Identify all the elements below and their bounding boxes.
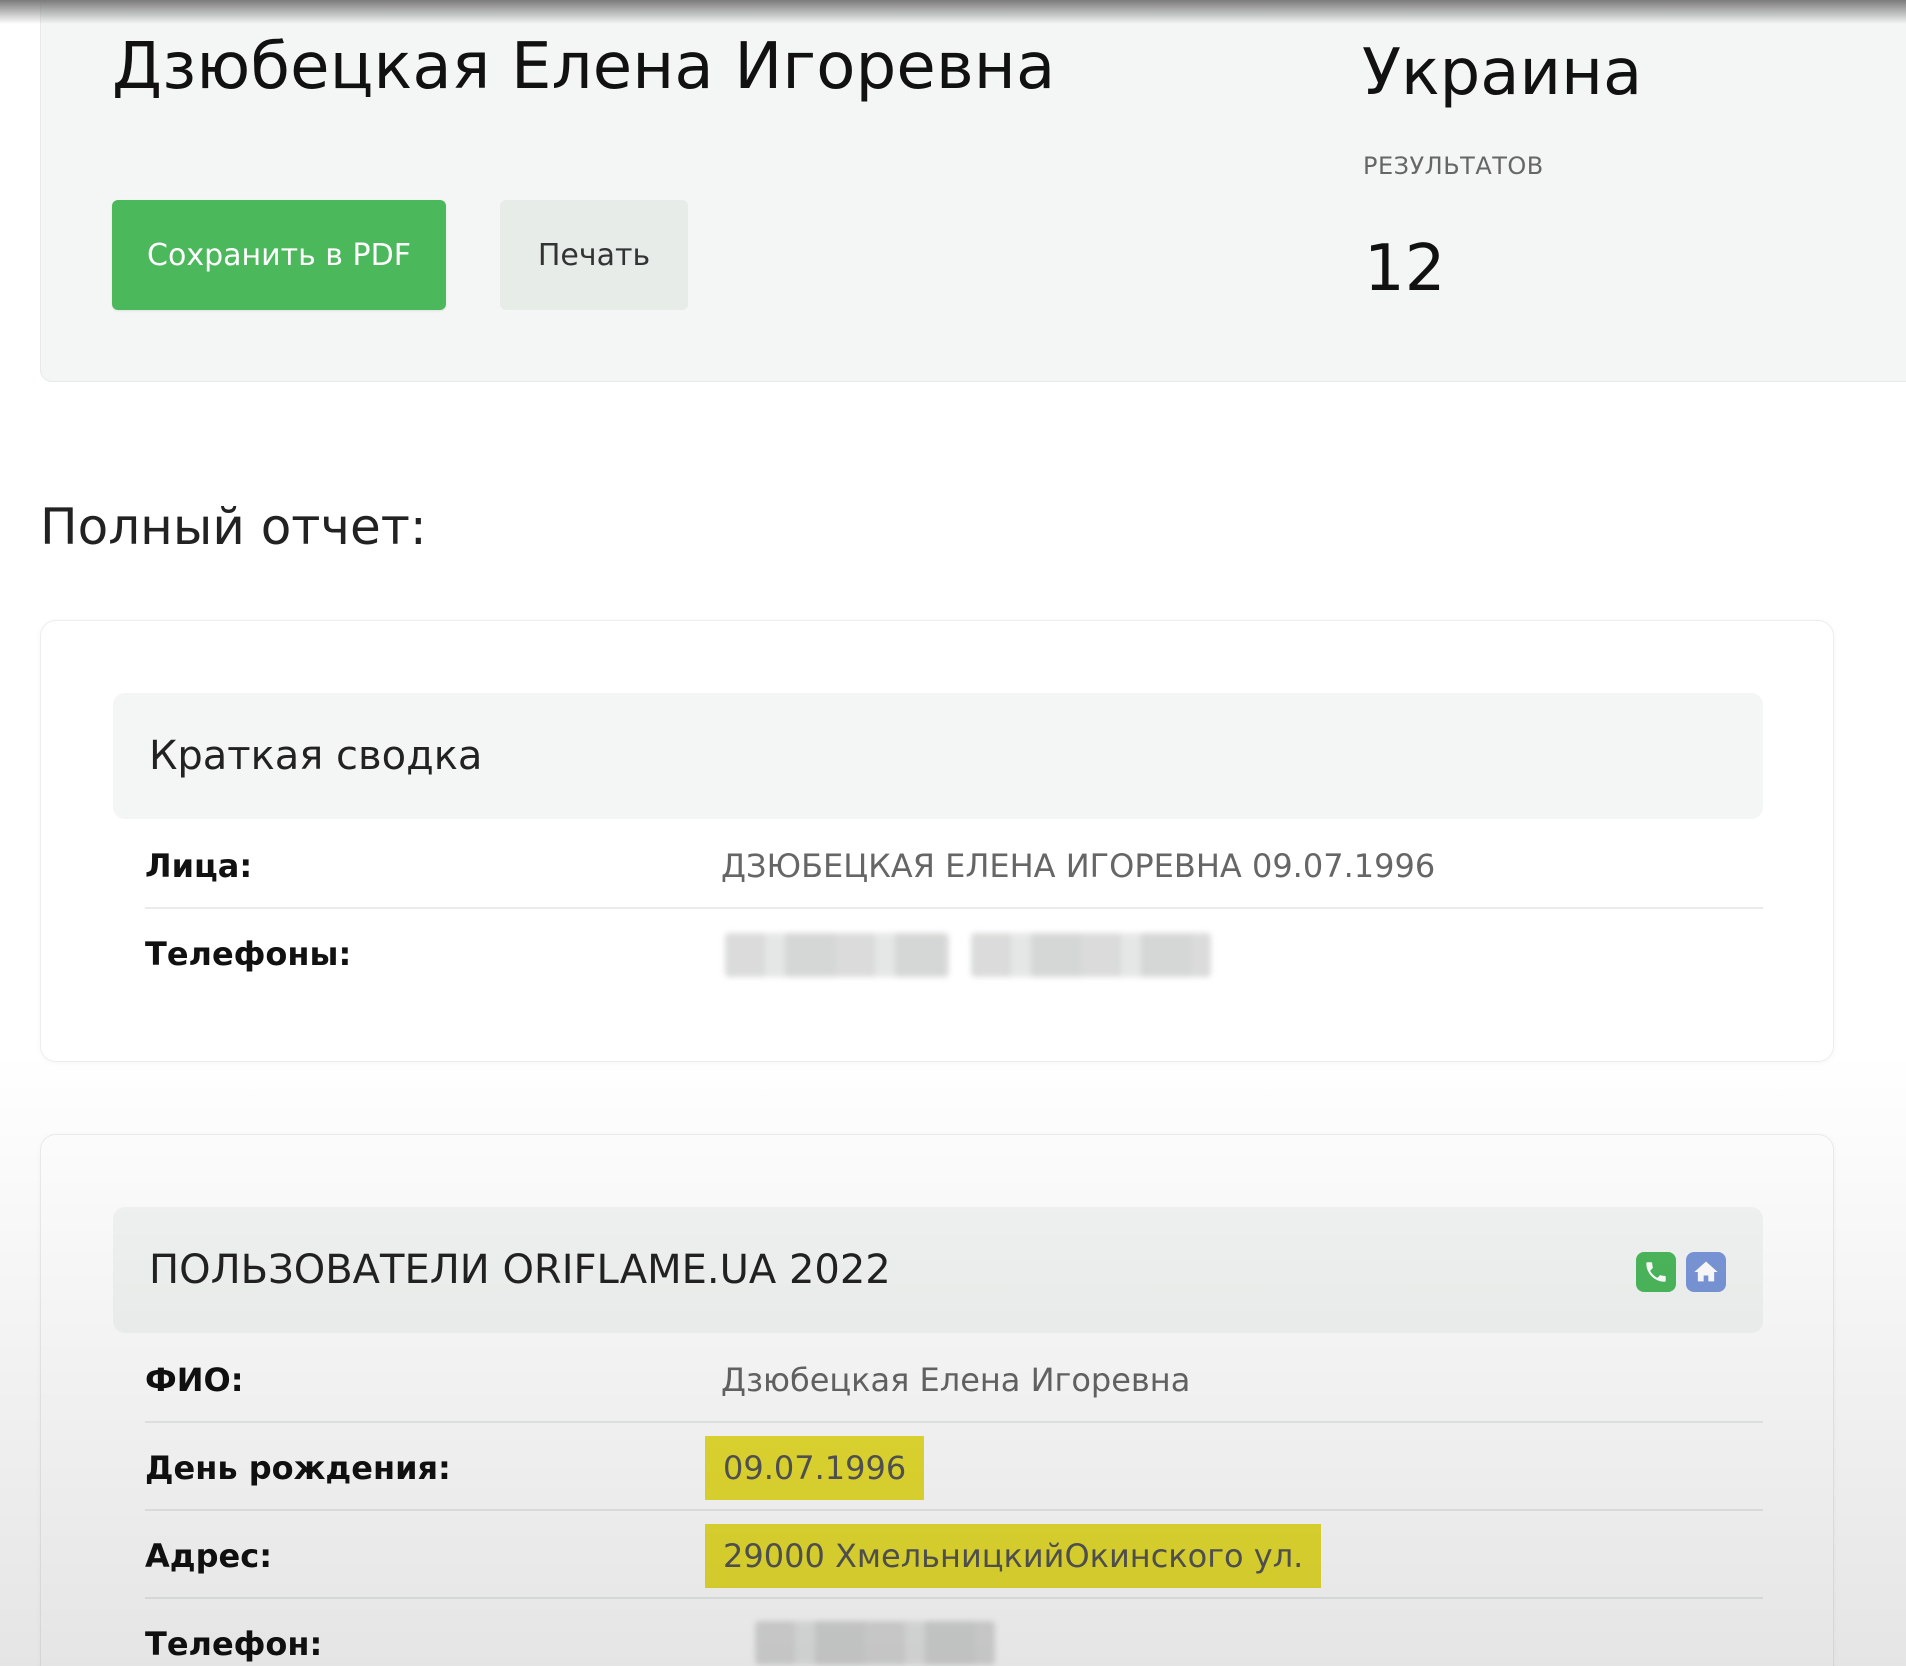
summary-heading: Краткая сводка <box>149 733 483 779</box>
row-value: Дзюбецкая Елена Игоревна <box>721 1361 1191 1399</box>
summary-card-header: Краткая сводка <box>113 693 1763 819</box>
oriflame-row-phone: Телефон: <box>145 1601 1763 1666</box>
row-label: Лица: <box>145 847 253 885</box>
oriflame-card-header: ПОЛЬЗОВАТЕЛИ ORIFLAME.UA 2022 <box>113 1207 1763 1333</box>
oriflame-heading: ПОЛЬЗОВАТЕЛИ ORIFLAME.UA 2022 <box>149 1247 891 1293</box>
row-label: День рождения: <box>145 1449 451 1487</box>
phone-icon[interactable] <box>1636 1252 1676 1292</box>
row-value-highlighted: 29000 ХмельницкийОкинского ул. <box>705 1524 1322 1588</box>
oriflame-row-address: Адрес: 29000 ХмельницкийОкинского ул. <box>145 1513 1763 1599</box>
row-label: ФИО: <box>145 1361 244 1399</box>
screen-vignette-top <box>0 0 1906 24</box>
report-page: Дзюбецкая Елена Игоревна Сохранить в PDF… <box>0 0 1906 1666</box>
row-label: Телефоны: <box>145 935 352 973</box>
save-pdf-button[interactable]: Сохранить в PDF <box>112 200 446 310</box>
redacted-phone <box>755 1621 995 1665</box>
print-button[interactable]: Печать <box>500 200 688 310</box>
row-value-highlighted: 09.07.1996 <box>705 1436 925 1500</box>
row-label: Адрес: <box>145 1537 272 1575</box>
summary-row-persons: Лица: ДЗЮБЕЦКАЯ ЕЛЕНА ИГОРЕВНА 09.07.199… <box>145 823 1763 909</box>
person-name: Дзюбецкая Елена Игоревна <box>112 30 1056 104</box>
oriflame-row-birthday: День рождения: 09.07.1996 <box>145 1425 1763 1511</box>
row-value: ДЗЮБЕЦКАЯ ЕЛЕНА ИГОРЕВНА 09.07.1996 <box>721 847 1436 885</box>
redacted-phone-2 <box>971 933 1211 977</box>
summary-card: Краткая сводка Лица: ДЗЮБЕЦКАЯ ЕЛЕНА ИГО… <box>40 620 1834 1062</box>
redacted-phone-1 <box>725 933 949 977</box>
home-icon[interactable] <box>1686 1252 1726 1292</box>
oriflame-row-fio: ФИО: Дзюбецкая Елена Игоревна <box>145 1337 1763 1423</box>
results-label: РЕЗУЛЬТАТОВ <box>1363 152 1544 180</box>
row-label: Телефон: <box>145 1625 323 1663</box>
summary-row-phones: Телефоны: <box>145 911 1763 997</box>
country-name: Украина <box>1362 36 1643 110</box>
oriflame-card: ПОЛЬЗОВАТЕЛИ ORIFLAME.UA 2022 ФИО: Дзюбе… <box>40 1134 1834 1666</box>
results-count: 12 <box>1364 232 1446 306</box>
full-report-title: Полный отчет: <box>40 498 427 556</box>
